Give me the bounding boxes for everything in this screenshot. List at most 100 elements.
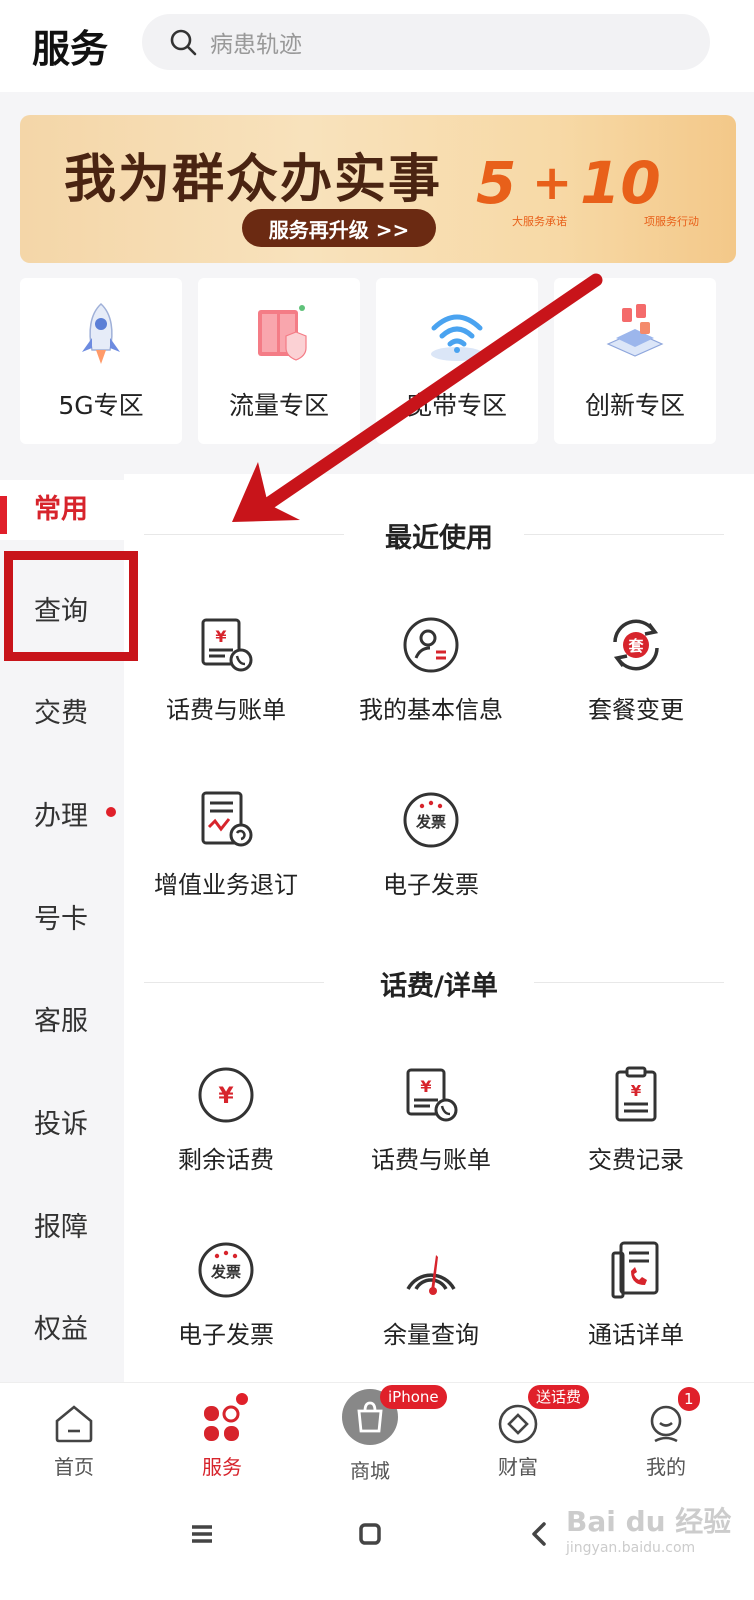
service-item-label: 话费与账单 [371,1146,491,1174]
rocket-icon [82,302,120,364]
nav-mall[interactable]: iPhone 商城 [310,1383,447,1483]
wifi-icon [431,314,483,361]
zone-5g[interactable]: 5G专区 [20,278,182,444]
bill-icon: ¥ [406,1068,458,1122]
nav-label: 我的 [646,1455,686,1479]
count-badge: 1 [678,1387,700,1411]
iphone-badge: iPhone [380,1385,447,1409]
header: 服务 病患轨迹 [0,0,754,92]
service-item-unsubscribe[interactable]: 增值业务退订 [131,789,321,929]
service-item-remaining-balance[interactable]: ¥ 剩余话费 [131,1064,321,1204]
service-item-label: 电子发票 [178,1321,274,1349]
service-item-label: 通话详单 [588,1321,684,1349]
svg-text:发票: 发票 [415,813,446,831]
service-content: 最近使用 ¥ 话费与账单 我的基本信息 套 套餐变更 增值业务退订 发票 电子发… [124,474,754,1382]
package-change-icon: 套 [613,619,659,671]
service-item-invoice[interactable]: 发票 电子发票 [336,789,526,929]
side-item-label: 客服 [34,1006,88,1037]
invoice-icon: 发票 [198,1242,254,1298]
search-icon [170,29,197,56]
service-item-label: 电子发票 [383,871,479,899]
side-item-number-card[interactable]: 号卡 [0,890,124,950]
banner-plus: + [532,155,573,211]
annotation-highlight-box [4,551,138,661]
zone-innovation[interactable]: 创新专区 [554,278,716,444]
service-item-label: 余量查询 [383,1321,479,1349]
service-item-package-change[interactable]: 套 套餐变更 [541,614,731,754]
service-item-basic-info[interactable]: 我的基本信息 [336,614,526,754]
banner-subtext-1: 大服务承诺 [512,215,567,228]
svg-text:发票: 发票 [210,1263,241,1281]
zone-label: 5G专区 [58,391,144,420]
notification-dot [234,1391,250,1407]
side-item-handle[interactable]: 办理 [0,787,124,847]
svg-text:¥: ¥ [420,1077,431,1096]
notification-dot [106,807,116,817]
search-placeholder: 病患轨迹 [210,32,302,58]
side-item-label: 权益 [34,1314,88,1345]
side-item-label: 报障 [34,1212,88,1243]
gauge-icon [406,1255,456,1295]
service-item-label: 增值业务退订 [154,871,298,899]
side-item-common[interactable]: 常用 [0,480,124,540]
send-credit-badge: 送话费 [528,1385,590,1409]
service-item-payment-record[interactable]: ¥ 交费记录 [541,1064,731,1204]
banner-button[interactable]: 服务再升级 >> [242,209,436,247]
zone-label: 宽带专区 [406,391,507,420]
side-item-complaint[interactable]: 投诉 [0,1095,124,1155]
zone-broadband[interactable]: 宽带专区 [376,278,538,444]
zone-traffic[interactable]: 流量专区 [198,278,360,444]
section-title-recent: 最近使用 [385,523,493,554]
svg-text:套: 套 [627,637,644,655]
watermark-url: jingyan.baidu.com [566,1540,696,1556]
service-item-label: 套餐变更 [588,696,684,724]
service-icon [204,1405,240,1441]
service-item-invoice-2[interactable]: 发票 电子发票 [131,1239,321,1379]
innovation-blocks-icon [606,304,664,357]
service-item-bill-2[interactable]: ¥ 话费与账单 [336,1064,526,1204]
service-item-label: 话费与账单 [166,696,286,724]
service-item-label: 交费记录 [588,1146,684,1174]
service-item-call-detail[interactable]: 通话详单 [541,1239,731,1379]
zone-label: 流量专区 [228,391,329,420]
section-title-bill-detail: 话费/详单 [380,971,498,1002]
side-item-label: 号卡 [34,904,88,935]
svg-text:¥: ¥ [218,1084,234,1109]
banner-subtext-2: 项服务行动 [644,215,699,228]
banner-number-10: 10 [580,149,661,217]
side-item-label: 办理 [34,801,88,832]
page-title: 服务 [32,27,109,71]
storage-cabinet-icon [258,305,307,361]
search-bar[interactable]: 病患轨迹 [142,14,710,70]
profile-icon [403,617,459,673]
nav-label: 财富 [498,1455,538,1479]
side-item-label: 常用 [34,494,88,525]
promo-banner[interactable]: 我为群众办实事 服务再升级 >> 5 + 10 大服务承诺 项服务行动 [20,115,736,263]
nav-home[interactable]: 首页 [14,1383,134,1483]
payment-record-icon: ¥ [615,1066,657,1122]
bottom-navigation: 首页 服务 iPhone 商城 送话费 财富 1 我的 [0,1382,754,1483]
side-item-payment[interactable]: 交费 [0,684,124,744]
service-item-label: 剩余话费 [178,1146,274,1174]
call-detail-icon [611,1241,659,1299]
nav-service[interactable]: 服务 [162,1383,282,1483]
nav-mine[interactable]: 1 我的 [606,1383,726,1483]
bill-icon: ¥ [201,618,253,672]
side-item-benefits[interactable]: 权益 [0,1300,124,1360]
nav-label: 服务 [202,1455,242,1479]
banner-headline: 我为群众办实事 [64,150,443,210]
nav-label: 商城 [350,1459,390,1483]
service-item-bill[interactable]: ¥ 话费与账单 [131,614,321,754]
side-item-fault-report[interactable]: 报障 [0,1198,124,1258]
menu-icon[interactable] [182,1514,222,1554]
nav-label: 首页 [54,1455,94,1479]
nav-wealth[interactable]: 送话费 财富 [458,1383,590,1483]
side-item-customer-service[interactable]: 客服 [0,992,124,1052]
svg-text:¥: ¥ [215,627,226,646]
service-item-remaining-quota[interactable]: 余量查询 [336,1239,526,1379]
banner-number-5: 5 [476,149,517,217]
invoice-icon: 发票 [403,792,459,848]
side-item-label: 交费 [34,698,88,729]
home-square-icon[interactable] [350,1514,390,1554]
back-icon[interactable] [520,1514,560,1554]
